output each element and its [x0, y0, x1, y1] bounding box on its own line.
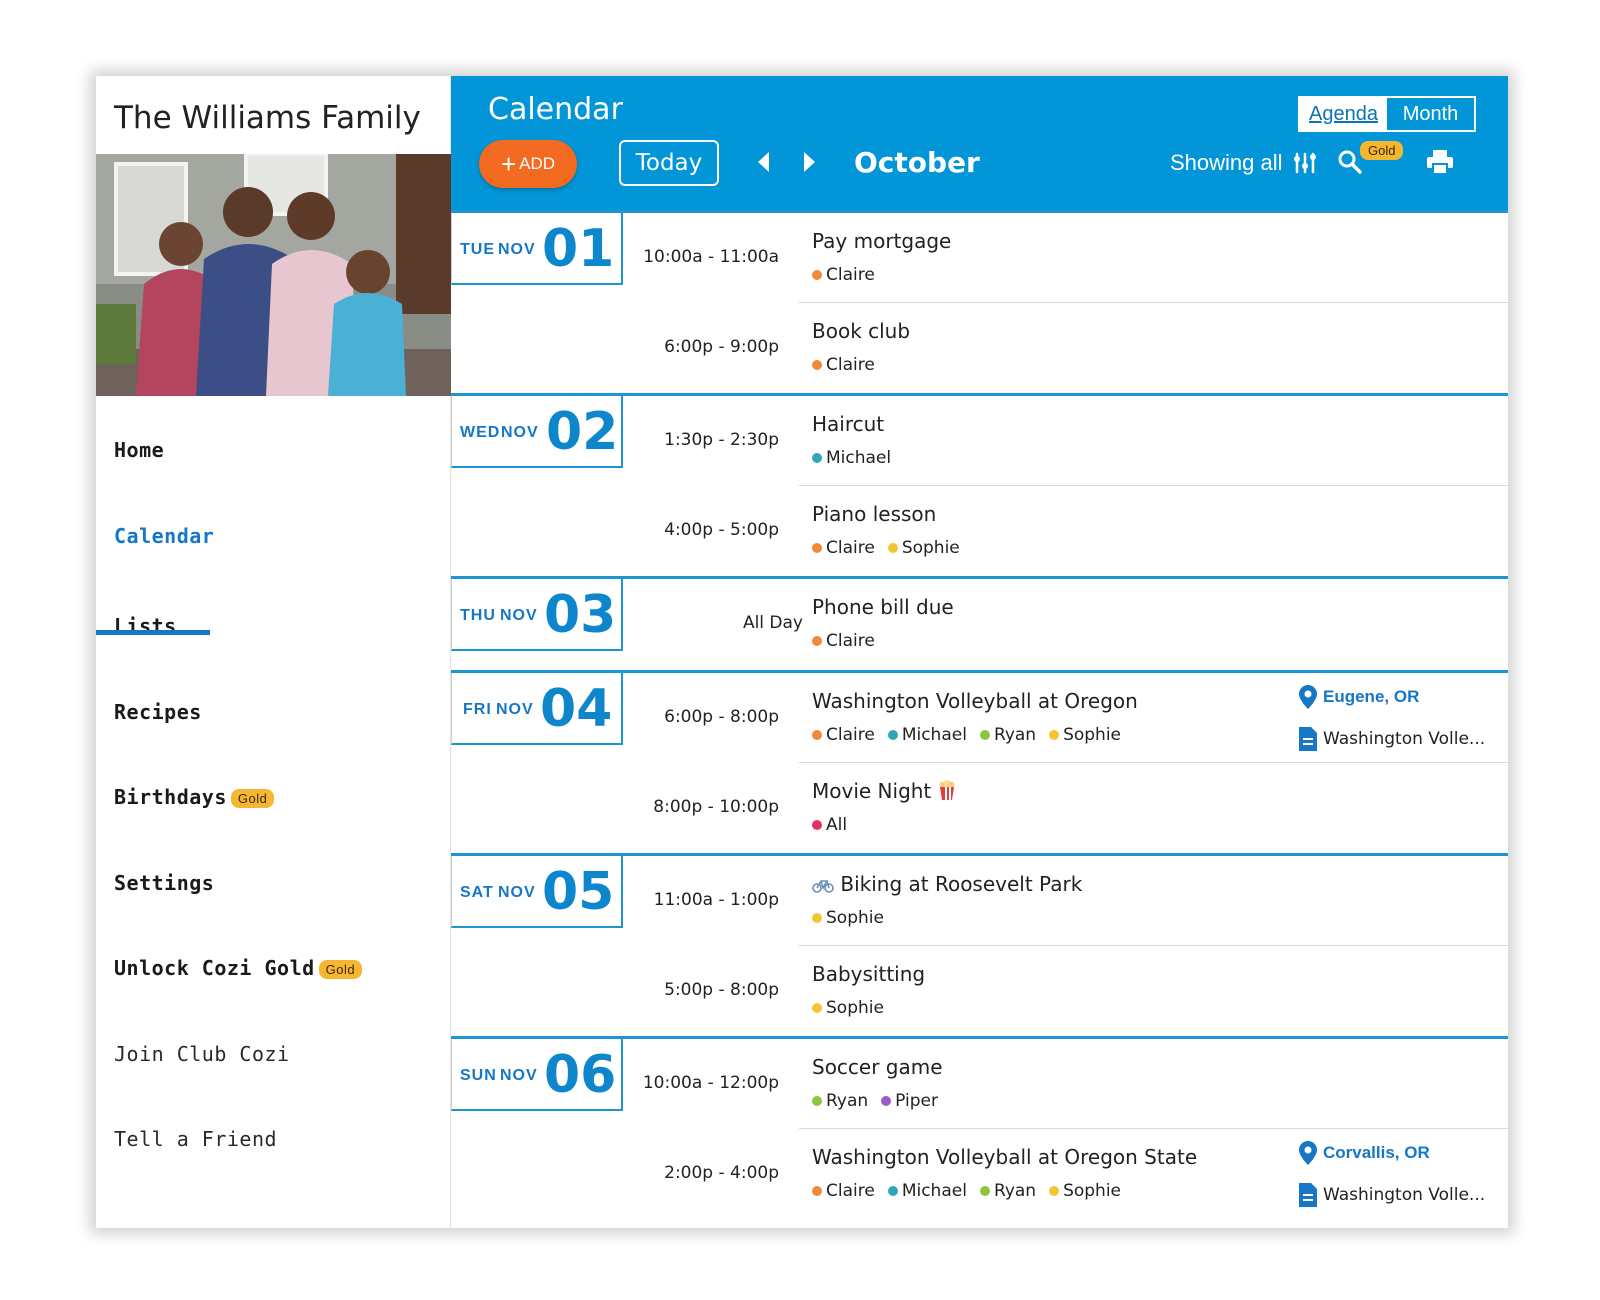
day-group: SAT NOV 05 11:00a - 1:00p Biking at Roos… [451, 853, 1508, 1036]
popcorn-icon [939, 780, 955, 800]
sidebar-item-tell-friend[interactable]: Tell a Friend [114, 1127, 277, 1151]
gold-badge: Gold [230, 789, 275, 808]
day-group: WED NOV 02 1:30p - 2:30p Haircut Michael… [451, 393, 1508, 576]
document-icon [1299, 1183, 1317, 1207]
page-title: Calendar [488, 92, 623, 127]
event-attachment[interactable]: Washington Volle... [1299, 727, 1485, 751]
event-item[interactable]: 4:00p - 5:00p Piano lesson Claire Sophie [451, 486, 1508, 576]
event-item[interactable]: 8:00p - 10:00p Movie Night All [451, 763, 1508, 853]
attendee: Michael [887, 725, 967, 745]
family-photo [96, 154, 451, 396]
filter-sliders-icon [1293, 152, 1316, 174]
today-button[interactable]: Today [619, 140, 719, 186]
active-nav-underline [96, 630, 210, 635]
attendee: All [812, 815, 847, 835]
document-icon [1299, 727, 1317, 751]
event-attendees: All [812, 815, 860, 835]
event-item[interactable]: 2:00p - 4:00p Washington Volleyball at O… [451, 1129, 1508, 1219]
attendee: Sophie [812, 998, 884, 1018]
attendee: Piper [881, 1091, 938, 1111]
day-group: FRI NOV 04 6:00p - 8:00p Washington Voll… [451, 670, 1508, 853]
event-attendees: Michael [812, 448, 904, 468]
event-item[interactable]: All Day Phone bill due Claire [451, 579, 1508, 669]
map-pin-icon [1299, 1141, 1317, 1165]
calendar-header: Calendar Agenda Month + ADD Today Octobe… [451, 76, 1508, 210]
attendee: Claire [812, 1181, 875, 1201]
month-label: October [854, 146, 980, 179]
attendee: Sophie [1049, 1181, 1121, 1201]
day-group: SUN NOV 06 10:00a - 12:00p Soccer game R… [451, 1036, 1508, 1228]
event-attendees: Claire [812, 631, 888, 651]
attendee: Ryan [812, 1091, 868, 1111]
bicycle-icon [812, 880, 834, 893]
attendee: Claire [812, 631, 875, 651]
gold-badge: Gold [318, 960, 363, 979]
event-item[interactable]: 6:00p - 9:00p Book club Claire [451, 303, 1508, 393]
tab-month[interactable]: Month [1387, 98, 1474, 130]
attendee: Ryan [979, 725, 1036, 745]
event-item[interactable]: 5:00p - 8:00p Babysitting Sophie [451, 946, 1508, 1036]
event-item[interactable]: 1:30p - 2:30p Haircut Michael [451, 396, 1508, 486]
attendee: Sophie [887, 538, 960, 558]
sidebar-item-calendar[interactable]: Calendar [114, 524, 214, 548]
event-attendees: Sophie [812, 908, 897, 928]
event-attendees: Sophie [812, 998, 897, 1018]
event-item[interactable]: 11:00a - 1:00p Biking at Roosevelt Park … [451, 856, 1508, 946]
attendee: Claire [812, 538, 875, 558]
event-item[interactable]: 10:00a - 12:00p Soccer game Ryan Piper [451, 1039, 1508, 1129]
chevron-right-icon[interactable] [804, 152, 815, 172]
map-pin-icon [1299, 685, 1317, 709]
sidebar-item-join-club[interactable]: Join Club Cozi [114, 1042, 290, 1066]
sidebar: The Williams Family Home Calendar Lists … [96, 76, 451, 1228]
attendee: Claire [812, 265, 875, 285]
event-item[interactable]: 6:00p - 8:00p Washington Volleyball at O… [451, 673, 1508, 763]
attendee: Claire [812, 355, 875, 375]
main-panel: Calendar Agenda Month + ADD Today Octobe… [451, 76, 1508, 1228]
sidebar-item-birthdays[interactable]: Birthdays Gold [114, 785, 275, 809]
sidebar-item-home[interactable]: Home [114, 438, 164, 462]
attendee: Sophie [812, 908, 884, 928]
event-attendees: Claire [812, 265, 888, 285]
event-attendees: Claire Sophie [812, 538, 973, 558]
event-location[interactable]: Eugene, OR [1299, 685, 1419, 709]
family-name: The Williams Family [114, 100, 421, 136]
tab-agenda[interactable]: Agenda [1300, 98, 1387, 130]
add-event-button[interactable]: + ADD [479, 140, 577, 188]
day-group: TUE NOV 01 10:00a - 11:00a Pay mortgage … [451, 210, 1508, 393]
event-attendees: Claire Michael Ryan Sophie [812, 1181, 1134, 1201]
event-location[interactable]: Corvallis, OR [1299, 1141, 1430, 1165]
event-attachment[interactable]: Washington Volle... [1299, 1183, 1485, 1207]
event-attendees: Claire [812, 355, 888, 375]
gold-badge: Gold [1360, 141, 1404, 160]
sidebar-item-unlock-gold[interactable]: Unlock Cozi Gold Gold [114, 956, 363, 980]
view-toggle: Agenda Month [1298, 96, 1476, 132]
event-attendees: Ryan Piper [812, 1091, 951, 1111]
attendee: Michael [887, 1181, 967, 1201]
chevron-left-icon[interactable] [758, 152, 769, 172]
showing-filter[interactable]: Showing all [1170, 150, 1317, 176]
print-icon[interactable] [1426, 149, 1454, 175]
attendee: Sophie [1049, 725, 1121, 745]
plus-icon: + [500, 149, 517, 179]
attendee: Claire [812, 725, 875, 745]
app-window: The Williams Family Home Calendar Lists … [96, 76, 1508, 1228]
attendee: Michael [812, 448, 891, 468]
event-attendees: Claire Michael Ryan Sophie [812, 725, 1134, 745]
sidebar-item-recipes[interactable]: Recipes [114, 700, 202, 724]
event-item[interactable]: 10:00a - 11:00a Pay mortgage Claire [451, 213, 1508, 303]
day-group: THU NOV 03 All Day Phone bill due Claire [451, 576, 1508, 670]
sidebar-item-settings[interactable]: Settings [114, 871, 214, 895]
attendee: Ryan [979, 1181, 1036, 1201]
